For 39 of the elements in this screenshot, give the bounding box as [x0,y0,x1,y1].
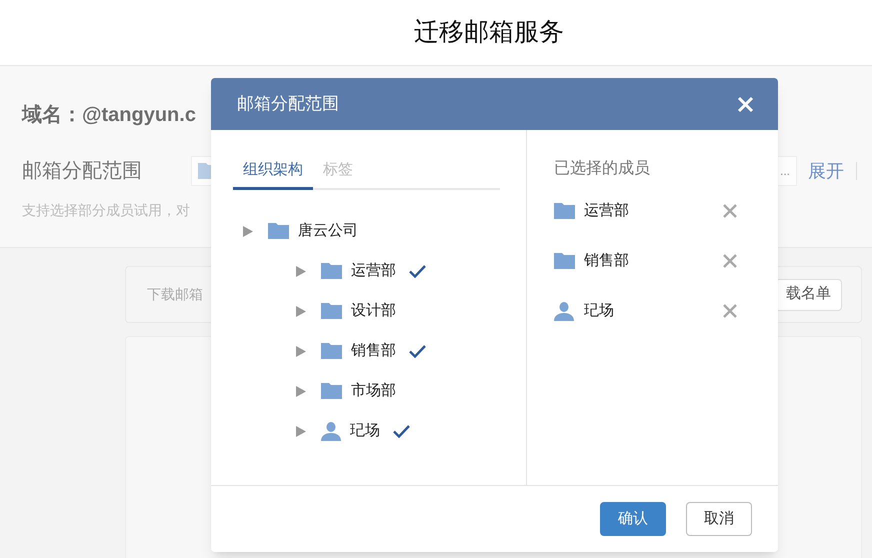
tree-item[interactable]: 玘场 [350,420,380,442]
remove-icon[interactable] [723,204,737,218]
domain-label: 域名：@tangyun.c [22,103,196,128]
caret-icon[interactable] [296,346,306,356]
page-title: 迁移邮箱服务 [414,16,564,48]
tree-item[interactable]: 唐云公司 [298,220,358,242]
hint-text: 支持选择部分成员试用，对 [22,201,190,220]
folder-icon [321,303,342,319]
caret-icon[interactable] [296,386,306,396]
close-icon[interactable] [737,96,754,112]
selected-title: 已选择的成员 [554,158,651,179]
folder-icon [321,383,342,399]
tab[interactable]: 组织架构 [233,154,313,190]
person-icon [321,422,341,440]
caret-icon[interactable] [296,306,306,316]
confirm-button[interactable]: 确认 [600,502,666,536]
download-button[interactable]: 载名单 [775,278,842,310]
cancel-button[interactable]: 取消 [686,502,752,536]
caret-icon[interactable] [243,226,253,236]
tree-item[interactable]: 设计部 [351,300,396,322]
folder-icon [321,343,342,359]
tree-item[interactable]: 运营部 [351,260,396,282]
folder-icon [554,253,575,269]
tree-item[interactable]: 销售部 [351,340,396,362]
remove-icon[interactable] [723,254,737,268]
caret-icon[interactable] [296,266,306,276]
remove-icon[interactable] [723,304,737,318]
member-name: 销售部 [584,250,630,271]
caret-icon[interactable] [296,426,306,436]
person-icon [554,302,574,320]
member-name: 运营部 [584,200,630,221]
dialog-title: 邮箱分配范围 [237,93,339,116]
folder-icon [321,263,342,279]
tree-item[interactable]: 市场部 [351,380,396,402]
member-name: 玘场 [584,300,615,321]
scope-label: 邮箱分配范围 [22,159,143,184]
folder-icon [554,203,575,219]
folder-icon [268,223,289,239]
download-text: 下载邮箱 [147,285,203,304]
